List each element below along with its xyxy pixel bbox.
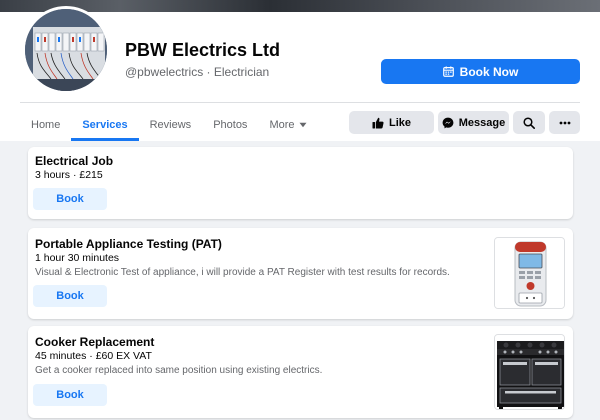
avatar[interactable] [22, 6, 110, 94]
pat-tester-photo [495, 238, 564, 308]
tab-services[interactable]: Services [71, 108, 139, 141]
book-button[interactable]: Book [33, 384, 107, 406]
tab-photos[interactable]: Photos [202, 108, 258, 141]
service-card-electrical-job: Electrical Job 3 hours · £215 Book [28, 147, 573, 219]
service-image[interactable] [494, 237, 565, 309]
calendar-icon [442, 66, 454, 77]
fuse-board-photo [25, 9, 107, 91]
search-button[interactable] [513, 111, 545, 134]
like-label: Like [388, 116, 411, 129]
message-button[interactable]: Message [438, 111, 509, 134]
tab-label: Services [82, 118, 128, 131]
caret-down-icon [299, 122, 306, 127]
page-tabs: Home Services Reviews Photos More [20, 108, 318, 141]
service-card-pat-testing: Portable Appliance Testing (PAT) 1 hour … [28, 228, 573, 319]
tab-label: More [269, 118, 295, 131]
book-button[interactable]: Book [33, 285, 107, 307]
book-now-label: Book Now [459, 64, 519, 79]
like-button[interactable]: Like [349, 111, 434, 134]
messenger-icon [442, 117, 454, 128]
tab-label: Photos [213, 118, 248, 131]
page-title: PBW Electrics Ltd [125, 40, 281, 60]
message-label: Message [458, 116, 506, 129]
service-meta: 3 hours · £215 [35, 169, 103, 181]
more-options-button[interactable] [549, 111, 580, 134]
book-now-button[interactable]: Book Now [381, 59, 580, 84]
tab-label: Reviews [149, 118, 192, 131]
book-button[interactable]: Book [33, 188, 107, 210]
tab-more[interactable]: More [258, 108, 317, 141]
service-image[interactable] [494, 334, 565, 410]
page-subtitle: @pbwelectrics · Electrician [125, 65, 270, 79]
service-description: Get a cooker replaced into same position… [35, 365, 323, 376]
range-cooker-photo [495, 335, 564, 409]
tab-label: Home [31, 118, 61, 131]
search-icon [523, 116, 535, 129]
header-divider [20, 102, 580, 103]
service-title: Cooker Replacement [35, 335, 155, 349]
tab-reviews[interactable]: Reviews [139, 108, 203, 141]
service-description: Visual & Electronic Test of appliance, i… [35, 267, 450, 278]
service-title: Portable Appliance Testing (PAT) [35, 237, 222, 251]
thumbs-up-icon [372, 117, 384, 128]
service-card-cooker-replacement: Cooker Replacement 45 minutes · £60 EX V… [28, 326, 573, 418]
cover-photo[interactable] [0, 0, 600, 12]
service-title: Electrical Job [35, 154, 114, 168]
service-meta: 1 hour 30 minutes [35, 252, 120, 264]
page-header: PBW Electrics Ltd @pbwelectrics · Electr… [0, 6, 600, 141]
service-meta: 45 minutes · £60 EX VAT [35, 350, 152, 362]
tab-home[interactable]: Home [20, 108, 71, 141]
ellipsis-icon [559, 121, 570, 124]
